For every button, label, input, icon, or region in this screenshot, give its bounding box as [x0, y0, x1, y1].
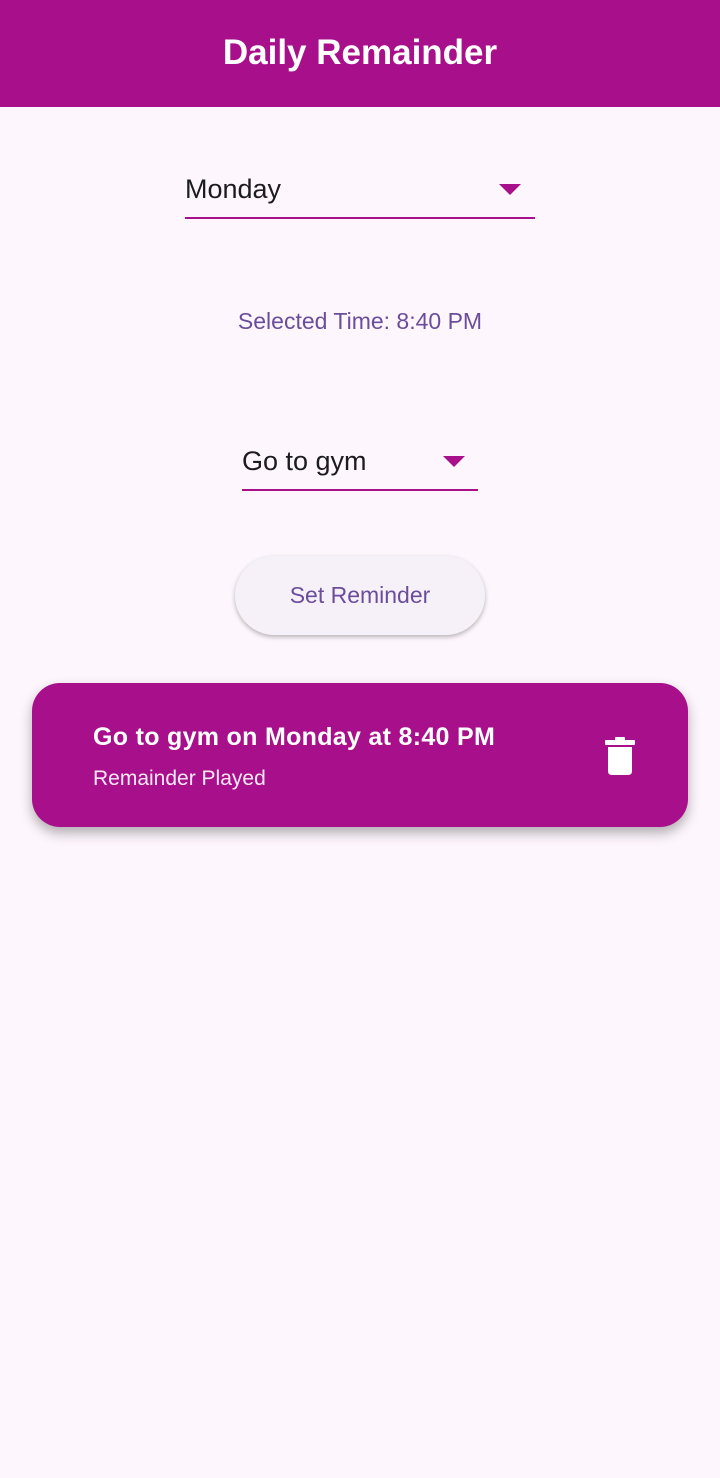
- day-dropdown-value: Monday: [185, 174, 282, 204]
- task-dropdown[interactable]: Go to gym: [242, 434, 478, 491]
- reminder-title: Go to gym on Monday at 8:40 PM: [93, 723, 496, 751]
- task-dropdown-value: Go to gym: [242, 446, 367, 476]
- dropdown-arrow-icon: [499, 184, 521, 195]
- reminder-subtitle: Remainder Played: [93, 767, 266, 790]
- selected-time-label[interactable]: Selected Time: 8:40 PM: [0, 308, 720, 335]
- page-title: Daily Remainder: [222, 32, 498, 72]
- reminder-card: Go to gym on Monday at 8:40 PM Remainder…: [32, 683, 688, 827]
- dropdown-arrow-icon: [443, 456, 465, 467]
- set-reminder-button[interactable]: Set Reminder: [235, 556, 485, 635]
- app-bar: Daily Remainder: [0, 0, 720, 107]
- delete-reminder-button[interactable]: [598, 732, 642, 780]
- delete-icon: [605, 737, 635, 775]
- day-dropdown[interactable]: Monday: [185, 162, 535, 219]
